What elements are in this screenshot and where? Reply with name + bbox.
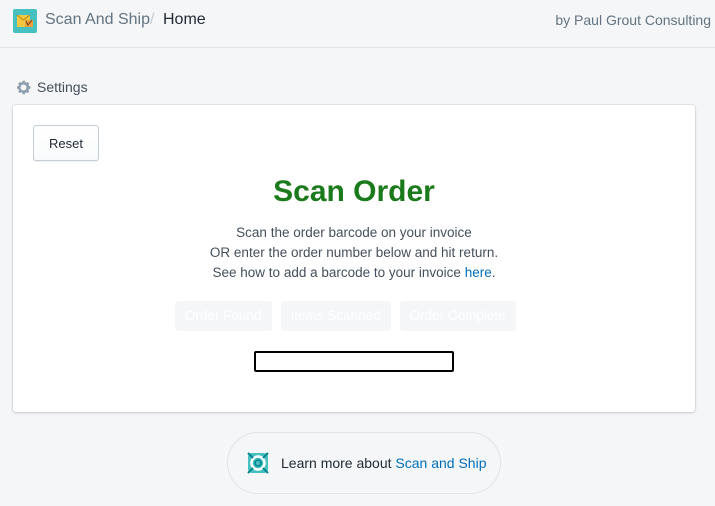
app-name-link[interactable]: Scan And Ship [45,11,150,29]
reset-button[interactable]: Reset [33,125,99,161]
settings-label: Settings [37,79,88,95]
learn-more-link[interactable]: Scan and Ship [395,455,486,471]
settings-link[interactable]: Settings [15,78,88,96]
top-bar: Scan And Ship / Home by Paul Grout Consu… [0,0,715,48]
learn-more-prefix: Learn more about [281,455,396,471]
breadcrumb-current-page: Home [163,11,206,28]
app-logo-icon[interactable] [13,9,37,33]
scan-order-card: Reset Scan Order Scan the order barcode … [13,105,695,412]
breadcrumb-separator: / [150,11,155,28]
instruction-line-3-suffix: . [491,265,496,280]
scan-order-title: Scan Order [273,175,435,208]
scan-instructions: Scan the order barcode on your invoice O… [13,223,695,283]
gear-icon [17,80,31,94]
instruction-line-3-text: See how to add a barcode to your invoice [212,265,465,280]
status-items-scanned: Items Scanned [280,301,391,331]
instruction-line-3: See how to add a barcode to your invoice… [13,263,695,283]
status-order-complete: Order Complete [399,301,516,331]
help-lifebuoy-icon [247,452,269,474]
status-indicators: Order Found Items Scanned Order Complete [175,301,516,331]
barcode-help-link[interactable]: here [465,265,492,280]
learn-more-text: Learn more about Scan and Ship [281,455,486,471]
status-order-found: Order Found [175,301,272,331]
developer-byline: by Paul Grout Consulting [555,12,711,28]
instruction-line-2: OR enter the order number below and hit … [209,245,499,260]
learn-more-footer: Learn more about Scan and Ship [227,432,501,494]
instruction-line-1: Scan the order barcode on your invoice [236,225,472,240]
order-number-input[interactable] [254,351,454,372]
